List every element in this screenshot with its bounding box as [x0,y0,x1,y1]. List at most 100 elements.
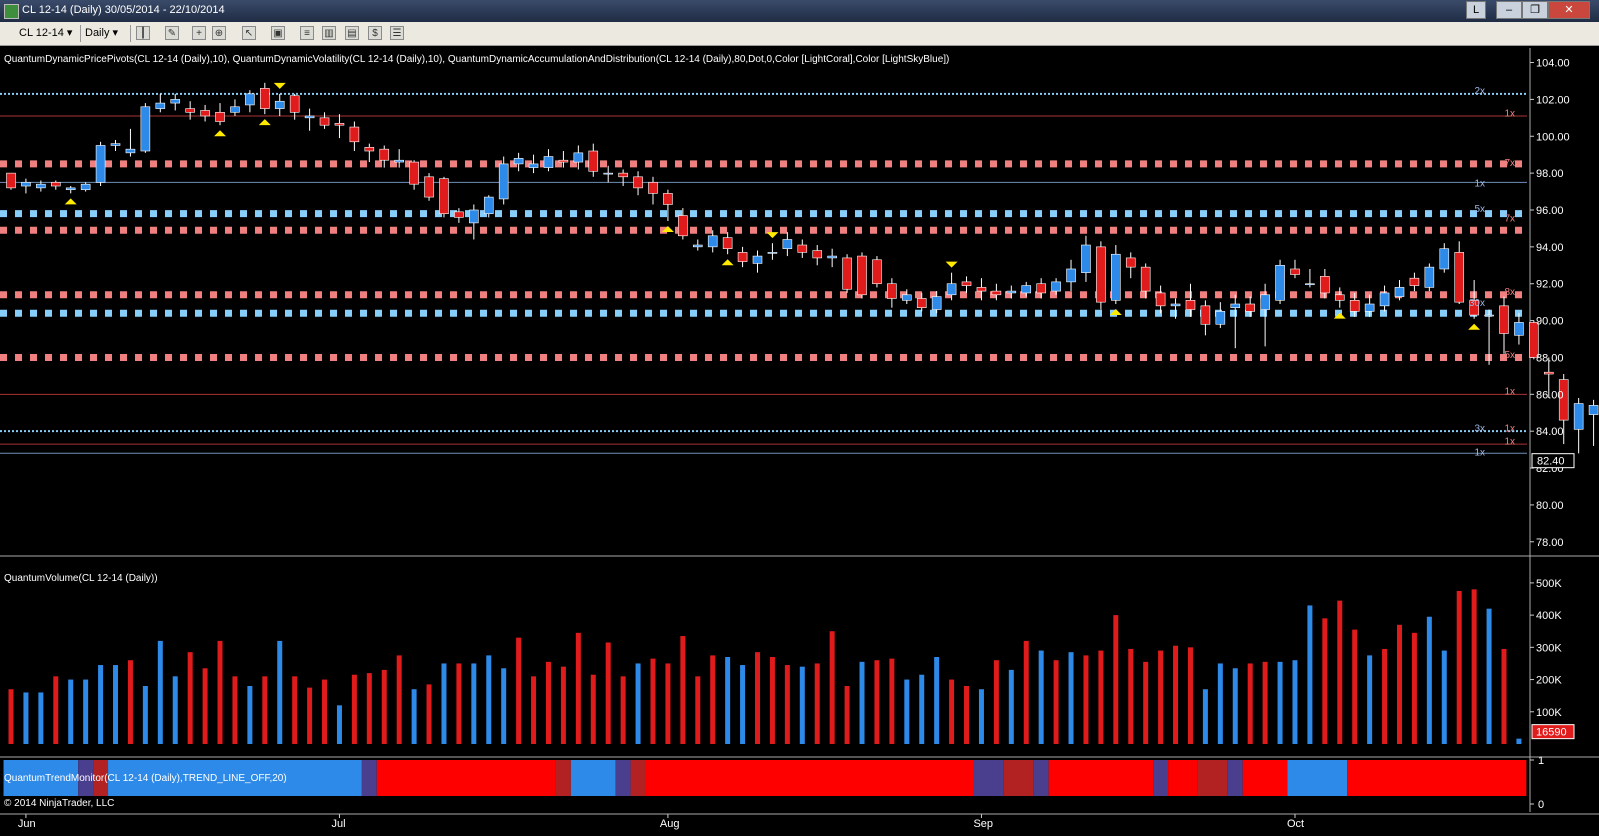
level-label: 5x [1474,204,1485,215]
price-tick-label: 96.00 [1536,205,1564,217]
trend-segment [630,760,646,796]
candle-up [394,159,404,163]
trend-segment [1347,760,1527,796]
volume-bar [680,636,686,744]
candle-down [737,252,748,262]
volume-bar [650,658,656,744]
volume-bar [83,679,89,744]
chart-canvas: QuantumDynamicPricePivots(CL 12-14 (Dail… [0,48,1599,830]
volume-bar [1426,616,1432,744]
candle-down [334,123,345,126]
volume-bar [1068,652,1074,744]
trend-segment [1048,760,1154,796]
volume-bar [247,686,253,744]
volume-bar [635,663,641,744]
candle-down [1499,305,1509,334]
volume-bar [889,658,895,744]
trend-segment [615,760,631,796]
volume-bar [829,631,835,744]
candle-down [454,211,464,218]
volume-tick-label: 100K [1536,707,1562,719]
level-label: 3x [1474,424,1485,435]
volume-bar [336,705,342,744]
trend-segment [645,760,974,796]
volume-tick-label: 500K [1536,578,1562,590]
candle-down [588,150,599,172]
level-label: 30x [1469,298,1485,309]
volume-bar [1038,650,1044,744]
volume-bar [590,674,596,744]
last-volume-label: 16590 [1536,727,1567,739]
candle-down [424,176,434,198]
level-label: 1x [1504,387,1515,398]
volume-bar [1292,660,1298,744]
volume-tick-label: 200K [1536,675,1562,687]
candle-down [379,148,390,161]
volume-bar [799,666,805,744]
level-label: 1x [1504,436,1515,447]
candle-down [1036,283,1046,294]
trend-segment [1287,760,1348,796]
candle-down [1334,294,1345,301]
trend-segment [376,760,556,796]
candle-up [1170,303,1181,307]
candle-down [1245,303,1255,312]
candle-down [648,182,658,194]
price-tick-label: 104.00 [1536,58,1570,70]
volume-bar [68,679,74,744]
date-tick-label: Oct [1287,818,1304,830]
volume-bar [142,686,148,744]
volume-bar [620,676,626,744]
candle-down [439,178,449,214]
date-tick-label: Aug [660,818,680,830]
volume-bar [1396,624,1402,744]
candle-down [916,298,927,308]
candle-up [1006,290,1017,294]
candle-up [110,143,121,146]
trend-segment [1153,760,1169,796]
volume-bar [859,661,865,744]
candle-up [21,182,31,187]
volume-bar [755,652,760,744]
candle-up [1379,292,1390,307]
trend-segment [1033,760,1049,796]
volume-bar [127,660,133,744]
candle-up [483,196,494,214]
volume-bar [1337,600,1343,744]
price-tick-label: 98.00 [1536,168,1564,180]
volume-bar [381,669,387,744]
volume-bar [1441,650,1447,744]
candle-up [1424,266,1435,288]
volume-bar [1471,589,1477,744]
volume-bar [695,676,701,744]
level-label: 8x [1504,287,1515,298]
candle-up [782,239,793,250]
candle-down [1096,246,1106,303]
trend-segment [1242,760,1288,796]
candle-up [752,255,763,264]
candle-down [409,161,419,185]
trend-segment [1168,760,1198,796]
candle-up [230,106,240,113]
candle-up [1305,283,1315,286]
volume-bar [560,666,566,744]
volume-bar [1173,645,1179,744]
level-label: 7x [1504,213,1515,224]
volume-tick-label: 400K [1536,610,1562,622]
pivot-high-marker [273,82,286,89]
volume-bar [307,687,313,744]
candle-up [1081,244,1091,273]
volume-bar [1322,618,1328,744]
volume-bar [1083,655,1089,744]
candle-up [692,244,703,248]
volume-bar [53,676,59,744]
pivot-low-marker [64,198,77,205]
volume-bar [769,657,775,744]
volume-bar [814,663,820,744]
candle-down [722,237,733,250]
pivot-high-marker [945,261,958,268]
volume-bar [1382,648,1388,744]
candle-up [528,163,539,168]
candle-down [663,193,673,205]
volume-bar [531,676,537,744]
